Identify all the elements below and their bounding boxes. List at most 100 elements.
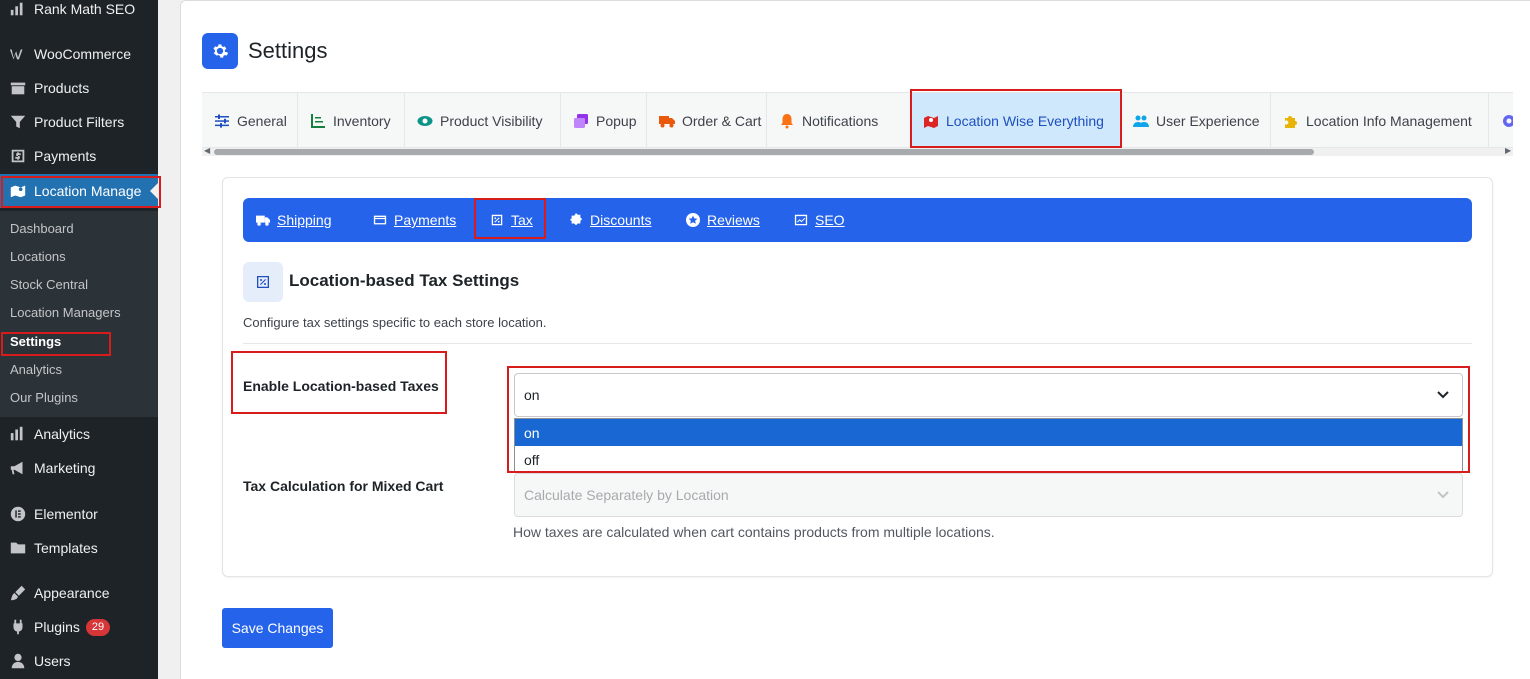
- subtab-reviews[interactable]: Reviews: [686, 198, 760, 242]
- menu-appearance[interactable]: Appearance: [0, 576, 158, 610]
- submenu-our-plugins[interactable]: Our Plugins: [10, 390, 78, 405]
- menu-label: Plugins: [34, 619, 80, 635]
- elementor-icon: [8, 504, 28, 524]
- plugin-update-count-badge: 29: [85, 618, 111, 636]
- user-icon: [8, 651, 28, 671]
- products-icon: [8, 78, 28, 98]
- option-off[interactable]: off: [515, 446, 1462, 473]
- chart-line-icon: [310, 113, 326, 129]
- subtab-seo[interactable]: SEO: [794, 198, 845, 242]
- location-subnav: Shipping Payments Tax Discounts Reviews …: [243, 198, 1472, 242]
- subtab-label: Payments: [394, 212, 457, 228]
- location-manage-submenu: Dashboard Locations Stock Central Locati…: [0, 211, 158, 417]
- section-title: Location-based Tax Settings: [289, 271, 520, 290]
- menu-products[interactable]: Products: [0, 71, 158, 105]
- menu-label: Location Manage: [34, 183, 142, 199]
- menu-rank-math-seo[interactable]: Rank Math SEO: [0, 0, 158, 26]
- subtab-label: Shipping: [277, 212, 332, 228]
- menu-label: Rank Math SEO: [34, 1, 136, 17]
- subtab-discounts[interactable]: Discounts: [569, 198, 651, 242]
- mixed-cart-label: Tax Calculation for Mixed Cart: [243, 478, 444, 494]
- tab-label: Location Wise Everything: [946, 112, 1104, 129]
- subtab-label: SEO: [815, 212, 845, 228]
- analytics-icon: [8, 424, 28, 444]
- mixed-cart-value: Calculate Separately by Location: [524, 487, 729, 503]
- folder-icon: [8, 538, 28, 558]
- subtab-label: Reviews: [707, 212, 760, 228]
- users-icon: [1133, 113, 1149, 129]
- submenu-dashboard[interactable]: Dashboard: [10, 221, 74, 236]
- section-divider: [243, 343, 1472, 344]
- puzzle-icon: [1283, 113, 1299, 129]
- gear-icon: [202, 33, 238, 69]
- submenu-locations[interactable]: Locations: [10, 249, 66, 264]
- tabs-scrollbar-thumb[interactable]: [214, 149, 1314, 155]
- mixed-cart-help: How taxes are calculated when cart conta…: [513, 524, 995, 540]
- menu-label: WooCommerce: [34, 46, 131, 62]
- menu-woocommerce[interactable]: WooCommerce: [0, 37, 158, 71]
- menu-elementor[interactable]: Elementor: [0, 497, 158, 531]
- tab-label: User Experience: [1156, 112, 1260, 129]
- menu-marketing[interactable]: Marketing: [0, 451, 158, 485]
- shipping-truck-icon: [256, 213, 270, 227]
- menu-payments[interactable]: Payments: [0, 139, 158, 173]
- save-changes-button[interactable]: Save Changes: [222, 608, 333, 648]
- plugin-icon: [8, 617, 28, 637]
- enable-taxes-label: Enable Location-based Taxes: [243, 378, 439, 394]
- tax-section-icon: [243, 262, 283, 302]
- tab-more[interactable]: [1489, 93, 1513, 147]
- chevron-down-icon: [1436, 387, 1450, 404]
- enable-taxes-select[interactable]: on: [514, 373, 1463, 417]
- subtab-label: Tax: [511, 212, 533, 228]
- tab-order-cart[interactable]: Order & Cart: [647, 93, 767, 147]
- tab-label: Location Info Management: [1306, 112, 1472, 129]
- tab-popup[interactable]: Popup: [561, 93, 647, 147]
- subtab-payments[interactable]: Payments: [373, 198, 456, 242]
- woocommerce-icon: [8, 44, 28, 64]
- tab-location-wise-everything[interactable]: Location Wise Everything: [911, 93, 1121, 147]
- menu-location-manage[interactable]: Location Manage: [0, 174, 158, 208]
- menu-users[interactable]: Users: [0, 644, 158, 678]
- tab-inventory[interactable]: Inventory: [298, 93, 405, 147]
- menu-plugins[interactable]: Plugins 29: [0, 610, 158, 644]
- tab-general[interactable]: General: [202, 93, 298, 147]
- settings-tabs: General Inventory Product Visibility Pop…: [202, 92, 1513, 148]
- tab-location-info-management[interactable]: Location Info Management: [1271, 93, 1489, 147]
- window-restore-icon: [573, 113, 589, 129]
- menu-label: Products: [34, 80, 90, 96]
- filter-icon: [8, 112, 28, 132]
- mixed-cart-select[interactable]: Calculate Separately by Location: [514, 473, 1463, 517]
- active-menu-arrow: [150, 183, 158, 199]
- subtab-tax[interactable]: Tax: [490, 198, 533, 242]
- tab-user-experience[interactable]: User Experience: [1121, 93, 1271, 147]
- gear-partial-icon: [1501, 113, 1513, 129]
- option-on[interactable]: on: [515, 419, 1462, 446]
- submenu-settings[interactable]: Settings: [10, 334, 61, 349]
- tab-label: Popup: [596, 112, 637, 129]
- menu-label: Product Filters: [34, 114, 125, 130]
- menu-label: Templates: [34, 540, 98, 556]
- tab-notifications[interactable]: Notifications: [767, 93, 911, 147]
- menu-templates[interactable]: Templates: [0, 531, 158, 565]
- map-location-icon: [923, 113, 939, 129]
- truck-icon: [659, 113, 675, 129]
- scroll-right-icon[interactable]: ▶: [1505, 146, 1511, 155]
- paintbrush-icon: [8, 583, 28, 603]
- bell-icon: [779, 113, 795, 129]
- submenu-analytics[interactable]: Analytics: [10, 362, 62, 377]
- tab-label: Order & Cart: [682, 112, 762, 129]
- submenu-location-managers[interactable]: Location Managers: [10, 305, 121, 320]
- menu-analytics[interactable]: Analytics: [0, 417, 158, 451]
- megaphone-icon: [8, 458, 28, 478]
- scroll-left-icon[interactable]: ◀: [204, 146, 210, 155]
- menu-label: Users: [34, 653, 71, 669]
- submenu-stock-central[interactable]: Stock Central: [10, 277, 88, 292]
- tab-product-visibility[interactable]: Product Visibility: [405, 93, 561, 147]
- subtab-shipping[interactable]: Shipping: [256, 198, 332, 242]
- section-description: Configure tax settings specific to each …: [243, 315, 547, 330]
- tab-label: Notifications: [802, 112, 879, 129]
- eye-icon: [417, 113, 433, 129]
- menu-product-filters[interactable]: Product Filters: [0, 105, 158, 139]
- credit-card-icon: [373, 213, 387, 227]
- menu-label: Analytics: [34, 426, 91, 442]
